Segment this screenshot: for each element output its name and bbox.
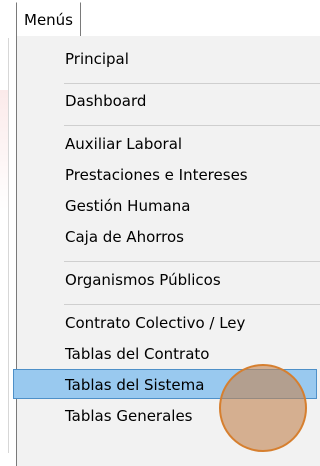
menu-bar: Menús: [0, 0, 320, 38]
menu-separator: [64, 304, 320, 305]
menu-item-contrato-colectivo-ley[interactable]: Contrato Colectivo / Ley: [17, 308, 317, 338]
menu-item-prestaciones-e-intereses[interactable]: Prestaciones e Intereses: [17, 160, 317, 190]
window-edge: [8, 0, 9, 453]
menu-item-dashboard[interactable]: Dashboard: [17, 86, 317, 116]
menu-item-auxiliar-laboral[interactable]: Auxiliar Laboral: [17, 129, 317, 159]
menu-item-organismos-publicos[interactable]: Organismos Públicos: [17, 265, 317, 295]
menu-separator: [64, 83, 320, 84]
background-tint: [0, 90, 8, 210]
menu-item-gestion-humana[interactable]: Gestión Humana: [17, 191, 317, 221]
menu-item-caja-de-ahorros[interactable]: Caja de Ahorros: [17, 222, 317, 252]
menu-title-menus[interactable]: Menús: [16, 2, 81, 36]
menu-item-principal[interactable]: Principal: [17, 44, 317, 74]
menu-separator: [64, 261, 320, 262]
cursor-highlight: [219, 364, 307, 452]
menu-separator: [64, 125, 320, 126]
